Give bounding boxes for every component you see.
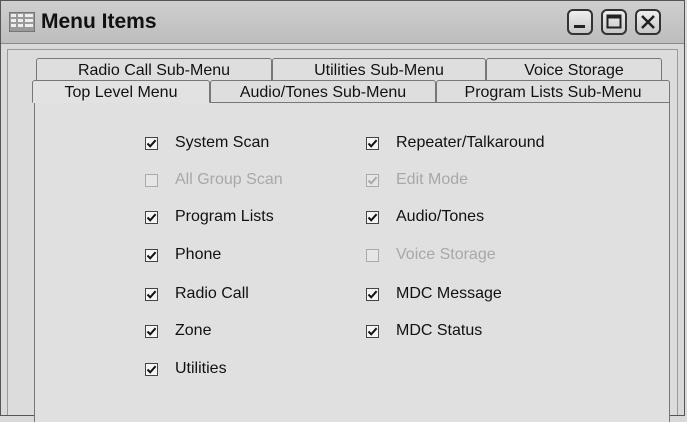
checkmark-icon	[146, 251, 157, 260]
checkbox-box	[145, 174, 158, 187]
tab-top-level-menu[interactable]: Top Level Menu	[32, 80, 210, 103]
checkmark-icon	[146, 327, 157, 336]
checkbox-label: Zone	[175, 322, 212, 339]
tab-label: Utilities Sub-Menu	[314, 62, 444, 79]
checkbox-box[interactable]	[366, 211, 379, 224]
checkbox-box[interactable]	[145, 137, 158, 150]
checkmark-icon	[146, 365, 157, 374]
tab-label: Radio Call Sub-Menu	[77, 62, 231, 79]
checkbox-box[interactable]	[145, 325, 158, 338]
checkbox-box[interactable]	[145, 288, 158, 301]
checkmark-icon	[367, 213, 378, 222]
menu-items-window: Menu Items Radio Call Sub-Menu Utilities…	[0, 0, 685, 422]
checkbox-label: Edit Mode	[396, 171, 469, 188]
checkbox-box[interactable]	[145, 249, 158, 262]
tab-label: Top Level Menu	[64, 84, 178, 101]
tab-program-lists-sub-menu[interactable]: Program Lists Sub-Menu	[436, 80, 670, 103]
checkbox-box	[366, 249, 379, 262]
checkbox-label: Repeater/Talkaround	[396, 134, 545, 151]
checkbox-box[interactable]	[366, 325, 379, 338]
checkmark-icon	[367, 290, 378, 299]
title-bar[interactable]: Menu Items	[1, 1, 684, 44]
tab-label: Audio/Tones Sub-Menu	[239, 84, 407, 101]
tab-audio-tones-sub-menu[interactable]: Audio/Tones Sub-Menu	[210, 80, 436, 103]
checkbox-box[interactable]	[366, 137, 379, 150]
checkmark-icon	[146, 139, 157, 148]
maximize-button[interactable]	[601, 9, 627, 35]
checkbox-box[interactable]	[366, 288, 379, 301]
checkmark-icon	[146, 290, 157, 299]
checkmark-icon	[367, 176, 378, 185]
checkbox-label: Voice Storage	[396, 246, 496, 263]
checkbox-label: MDC Message	[396, 285, 502, 302]
minimize-button[interactable]	[567, 9, 593, 35]
checkbox-label: Program Lists	[175, 208, 274, 225]
tab-label: Program Lists Sub-Menu	[464, 84, 642, 101]
maximize-icon	[606, 14, 622, 29]
dialog-body: Radio Call Sub-Menu Utilities Sub-Menu V…	[7, 49, 678, 422]
checkbox-box	[366, 174, 379, 187]
checkbox-label: All Group Scan	[175, 171, 283, 188]
checkbox-label: System Scan	[175, 134, 270, 151]
close-icon	[641, 15, 655, 29]
minimize-icon	[574, 25, 585, 28]
checkbox-box[interactable]	[145, 363, 158, 376]
checkmark-icon	[367, 327, 378, 336]
checkmark-icon	[146, 213, 157, 222]
checkbox-label: Radio Call	[175, 285, 249, 302]
checkbox-box[interactable]	[145, 211, 158, 224]
checkbox-label: Utilities	[175, 360, 227, 377]
checkbox-label: Audio/Tones	[396, 208, 485, 225]
app-grid-icon	[8, 11, 36, 33]
tab-panel-top-level-menu: System Scan All Group Scan Program Lists Ph…	[34, 102, 670, 422]
checkbox-label: MDC Status	[396, 322, 483, 339]
checkbox-label: Phone	[175, 246, 222, 263]
window-title: Menu Items	[41, 10, 157, 33]
close-button[interactable]	[635, 9, 661, 35]
tab-label: Voice Storage	[524, 62, 624, 79]
checkmark-icon	[367, 139, 378, 148]
